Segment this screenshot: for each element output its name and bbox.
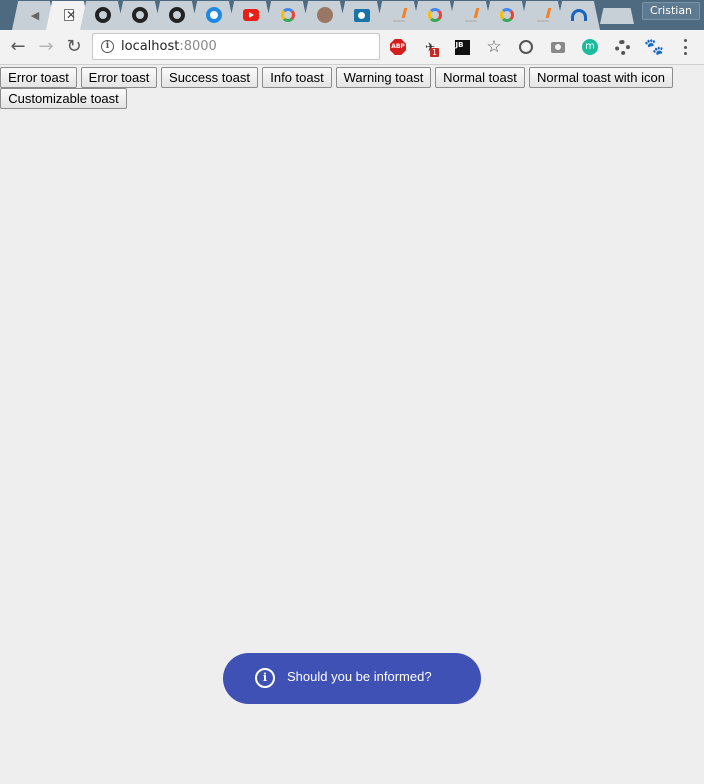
address-port: :8000 — [179, 39, 217, 54]
sync-icon[interactable] — [518, 39, 534, 55]
stackoverflow-icon — [463, 7, 479, 23]
adblock-label: ABP — [390, 39, 406, 55]
google-icon — [427, 7, 443, 23]
google-icon — [499, 7, 515, 23]
stackoverflow-icon — [391, 7, 407, 23]
browser-menu-icon[interactable] — [684, 39, 688, 55]
toast-message: Should you be informed? — [287, 669, 432, 684]
youtube-icon — [243, 7, 259, 23]
forward-icon[interactable]: → — [36, 38, 56, 58]
settings-gear-icon[interactable] — [614, 39, 630, 55]
bookmark-star-icon[interactable]: ☆ — [486, 37, 502, 57]
gnome-foot-icon[interactable]: 🐾 — [644, 37, 664, 56]
avatar-face-icon — [317, 7, 333, 23]
info-circle-icon: i — [255, 668, 275, 688]
tab-arch[interactable] — [556, 0, 600, 30]
m-extension-label: m — [582, 39, 598, 55]
screenshot-camera-icon[interactable] — [550, 39, 566, 55]
browser-toolbar: ← → ↻ i localhost:8000 ABP ✈ 1 JB ☆ m 🐾 — [0, 30, 704, 65]
github-icon — [95, 7, 111, 23]
speaker-icon: ◀ — [30, 8, 40, 22]
m-extension-icon[interactable]: m — [582, 39, 598, 55]
reload-icon[interactable]: ↻ — [64, 38, 84, 58]
new-tab-button[interactable] — [600, 8, 634, 24]
profile-button[interactable]: Cristian — [642, 2, 700, 20]
tab-close-icon[interactable]: ✕ — [66, 8, 76, 22]
arch-icon — [571, 7, 587, 23]
extension-badge: 1 — [430, 48, 440, 57]
extension-bird-icon[interactable]: ✈ 1 — [422, 39, 440, 57]
address-host: localhost — [121, 39, 180, 54]
stackoverflow-icon — [535, 7, 551, 23]
address-text[interactable]: localhost:8000 — [121, 39, 217, 54]
address-bar[interactable]: i localhost:8000 — [92, 33, 380, 60]
github-icon — [132, 7, 148, 23]
adblock-icon[interactable]: ABP — [390, 39, 406, 55]
back-icon[interactable]: ← — [8, 38, 28, 58]
normal-toast-with-icon-button[interactable]: Normal toast with icon — [529, 67, 673, 88]
info-toast-button[interactable]: Info toast — [262, 67, 332, 88]
info-icon[interactable]: i — [101, 40, 114, 53]
normal-toast-button[interactable]: Normal toast — [435, 67, 525, 88]
success-toast-button[interactable]: Success toast — [161, 67, 258, 88]
customizable-toast-button[interactable]: Customizable toast — [0, 88, 127, 109]
page-content: Error toast Error toast Success toast In… — [0, 66, 704, 784]
camera-app-icon — [354, 7, 370, 23]
blue-circle-icon — [206, 7, 222, 23]
info-toast[interactable]: i Should you be informed? — [223, 653, 481, 704]
jetbrains-icon[interactable]: JB — [454, 39, 470, 55]
warning-toast-button[interactable]: Warning toast — [336, 67, 431, 88]
google-icon — [280, 7, 296, 23]
jetbrains-label: JB — [454, 39, 470, 55]
tab-strip: ◀ ✕ Cristian — [0, 0, 704, 32]
error-toast-button-1[interactable]: Error toast — [0, 67, 77, 88]
github-icon — [169, 7, 185, 23]
error-toast-button-2[interactable]: Error toast — [81, 67, 157, 88]
star-glyph: ☆ — [486, 37, 502, 57]
gnome-glyph: 🐾 — [644, 37, 664, 56]
